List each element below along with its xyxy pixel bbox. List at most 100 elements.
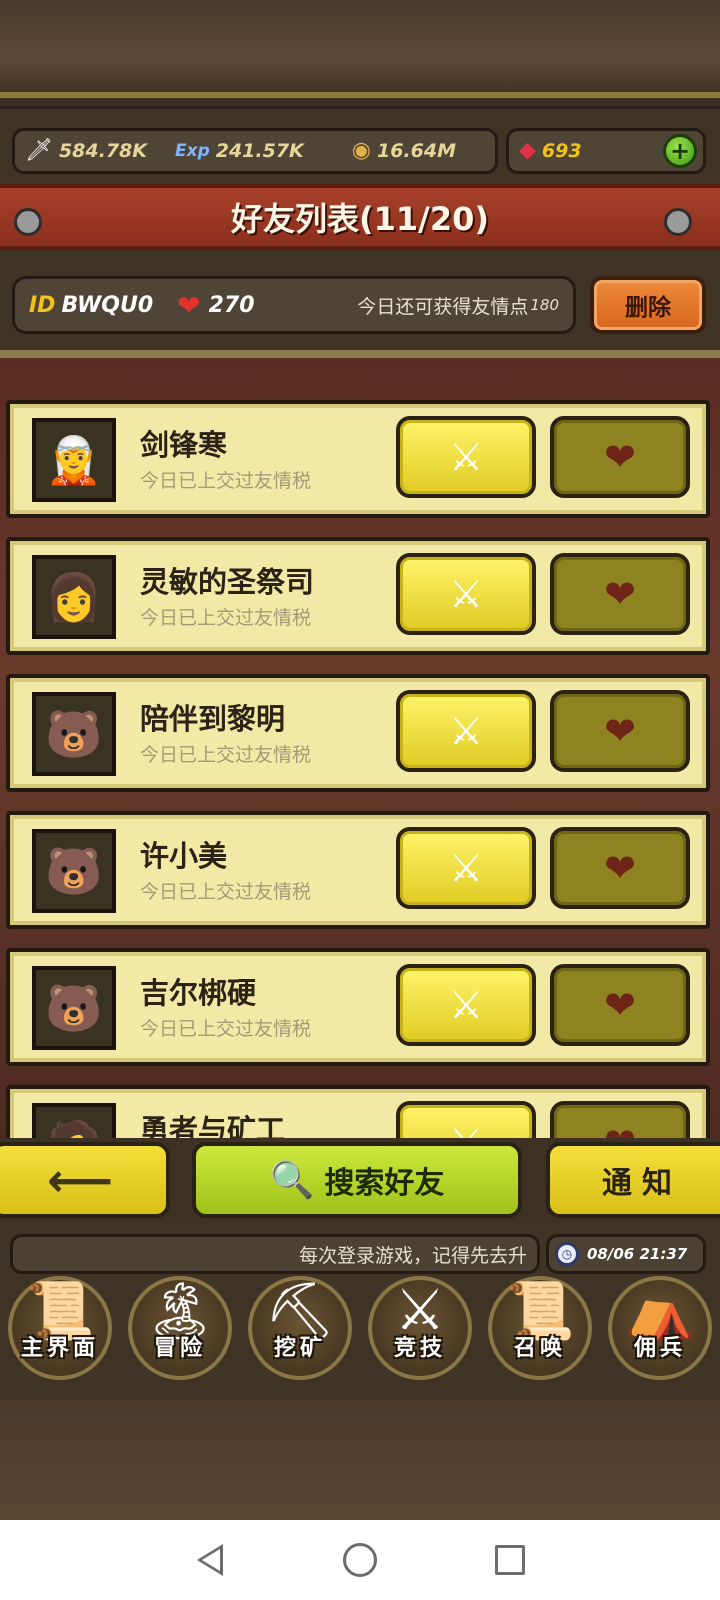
nav-label: 召唤 (513, 1336, 566, 1361)
sword-icon: 🗡 (25, 138, 53, 163)
ruby-icon: ◆ (519, 138, 536, 163)
nav-arena[interactable]: ⚔ 竞技 (360, 1268, 480, 1380)
add-gems-button[interactable]: + (663, 134, 697, 168)
gold-coin-icon: ◉ (351, 138, 371, 163)
search-friend-button[interactable]: 🔍 搜索好友 (192, 1142, 522, 1218)
heart-icon: ❤ (177, 288, 201, 322)
gem-bar: ◆ 693 + (506, 128, 706, 174)
bolt-icon (664, 208, 692, 236)
heart-icon: ❤ (604, 846, 636, 890)
system-nav-bar (0, 1520, 720, 1600)
avatar: 🐻 (32, 829, 116, 913)
crossed-swords-icon: ⚔ (448, 435, 484, 479)
friend-row[interactable]: 🐻 许小美 今日已上交过友情税 ⚔ ❤ (6, 811, 710, 929)
clock-icon: ◷ (555, 1242, 579, 1266)
nav-summon[interactable]: 📜 召唤 (480, 1268, 600, 1380)
gold-resource: ◉ 16.64M (351, 138, 456, 163)
crossed-swords-icon: ⚔ (448, 846, 484, 890)
back-triangle-icon (197, 1544, 223, 1576)
avatar: 🧝 (32, 418, 116, 502)
heart-icon: ❤ (604, 435, 636, 479)
player-info-bar: ID BWQU0 ❤ 270 今日还可获得友情点 180 (12, 276, 576, 334)
heart-icon: ❤ (604, 572, 636, 616)
title-banner: 好友列表(11/20) (0, 184, 720, 250)
friend-status: 今日已上交过友情税 (140, 881, 312, 903)
friend-row[interactable]: 👩 灵敏的圣祭司 今日已上交过友情税 ⚔ ❤ (6, 537, 710, 655)
clock-time: 08/06 21:37 (587, 1245, 688, 1263)
friend-status: 今日已上交过友情税 (140, 607, 312, 629)
send-heart-button[interactable]: ❤ (550, 690, 690, 772)
friend-row[interactable]: 🧝 剑锋寒 今日已上交过友情税 ⚔ ❤ (6, 400, 710, 518)
friend-name: 灵敏的圣祭司 (140, 565, 315, 599)
friend-name: 许小美 (140, 839, 228, 873)
send-heart-button[interactable]: ❤ (550, 553, 690, 635)
bottom-nav: 📜 主界面 🏝 冒险 ⛏ 挖矿 ⚔ 竞技 📜 召唤 ⛺ 佣兵 (0, 1268, 720, 1380)
friend-status: 今日已上交过友情税 (140, 470, 312, 492)
nav-label: 主界面 (20, 1336, 99, 1361)
battle-button[interactable]: ⚔ (396, 553, 536, 635)
back-button[interactable]: ⟵ (0, 1142, 170, 1218)
heart-icon: ❤ (604, 983, 636, 1027)
friend-row[interactable]: 🐻 吉尔梆硬 今日已上交过友情税 ⚔ ❤ (6, 948, 710, 1066)
friend-status: 今日已上交过友情税 (140, 744, 312, 766)
battle-button[interactable]: ⚔ (396, 1101, 536, 1140)
friend-name: 勇者与矿工 (140, 1113, 286, 1140)
gem-resource: ◆ 693 (519, 138, 582, 163)
nav-label: 竞技 (393, 1336, 446, 1361)
nav-adventure[interactable]: 🏝 冒险 (120, 1268, 240, 1380)
crossed-swords-icon: ⚔ (448, 572, 484, 616)
nav-label: 佣兵 (633, 1336, 686, 1361)
avatar: 🐻 (32, 966, 116, 1050)
send-heart-button[interactable]: ❤ (550, 416, 690, 498)
friend-name: 剑锋寒 (140, 428, 228, 462)
magnifier-icon: 🔍 (269, 1160, 315, 1201)
avatar: 🐻 (32, 692, 116, 776)
nav-label: 挖矿 (273, 1336, 326, 1361)
friendship-points: 270 (208, 292, 255, 318)
gem-value: 693 (541, 140, 582, 162)
heart-icon: ❤ (604, 709, 636, 753)
player-id: BWQU0 (61, 292, 154, 318)
friend-list[interactable]: 🧝 剑锋寒 今日已上交过友情税 ⚔ ❤ 👩 灵敏的圣祭司 今日已上交过友情税 ⚔… (0, 350, 720, 1140)
attack-resource: 🗡 584.78K (25, 138, 147, 163)
exp-resource: Exp 241.57K (175, 140, 304, 162)
system-back-button[interactable] (135, 1544, 285, 1576)
action-bar: ⟵ 🔍 搜索好友 通知 (0, 1138, 720, 1222)
delete-button[interactable]: 删除 (590, 276, 706, 334)
home-circle-icon (343, 1543, 377, 1577)
heart-icon: ❤ (604, 1120, 636, 1140)
map-background-bottom (0, 1400, 720, 1520)
nav-label: 冒险 (153, 1336, 206, 1361)
notice-button[interactable]: 通知 (546, 1142, 720, 1218)
id-label: ID (29, 292, 56, 318)
friend-name: 吉尔梆硬 (140, 976, 257, 1010)
send-heart-button[interactable]: ❤ (550, 964, 690, 1046)
nav-mining[interactable]: ⛏ 挖矿 (240, 1268, 360, 1380)
crossed-swords-icon: ⚔ (449, 1120, 483, 1140)
today-remaining-value: 180 (530, 296, 559, 314)
avatar: 🧑 (32, 1103, 116, 1140)
exp-value: 241.57K (215, 140, 304, 162)
battle-button[interactable]: ⚔ (396, 827, 536, 909)
system-home-button[interactable] (285, 1543, 435, 1577)
nav-main[interactable]: 📜 主界面 (0, 1268, 120, 1380)
bolt-icon (14, 208, 42, 236)
send-heart-button[interactable]: ❤ (550, 1101, 690, 1140)
map-background-top (0, 0, 720, 100)
friend-name: 陪伴到黎明 (140, 702, 286, 736)
crossed-swords-icon: ⚔ (448, 983, 484, 1027)
battle-button[interactable]: ⚔ (396, 690, 536, 772)
search-friend-label: 搜索好友 (324, 1166, 445, 1201)
recents-square-icon (495, 1545, 525, 1575)
nav-mercenary[interactable]: ⛺ 佣兵 (600, 1268, 720, 1380)
gold-value: 16.64M (376, 140, 456, 162)
battle-button[interactable]: ⚔ (396, 416, 536, 498)
send-heart-button[interactable]: ❤ (550, 827, 690, 909)
system-recents-button[interactable] (435, 1545, 585, 1575)
crossed-swords-icon: ⚔ (448, 709, 484, 753)
battle-button[interactable]: ⚔ (396, 964, 536, 1046)
page-title: 好友列表(11/20) (230, 200, 489, 238)
avatar: 👩 (32, 555, 116, 639)
friend-row[interactable]: 🧑 勇者与矿工 ⚔ ❤ (6, 1085, 710, 1140)
friend-row[interactable]: 🐻 陪伴到黎明 今日已上交过友情税 ⚔ ❤ (6, 674, 710, 792)
